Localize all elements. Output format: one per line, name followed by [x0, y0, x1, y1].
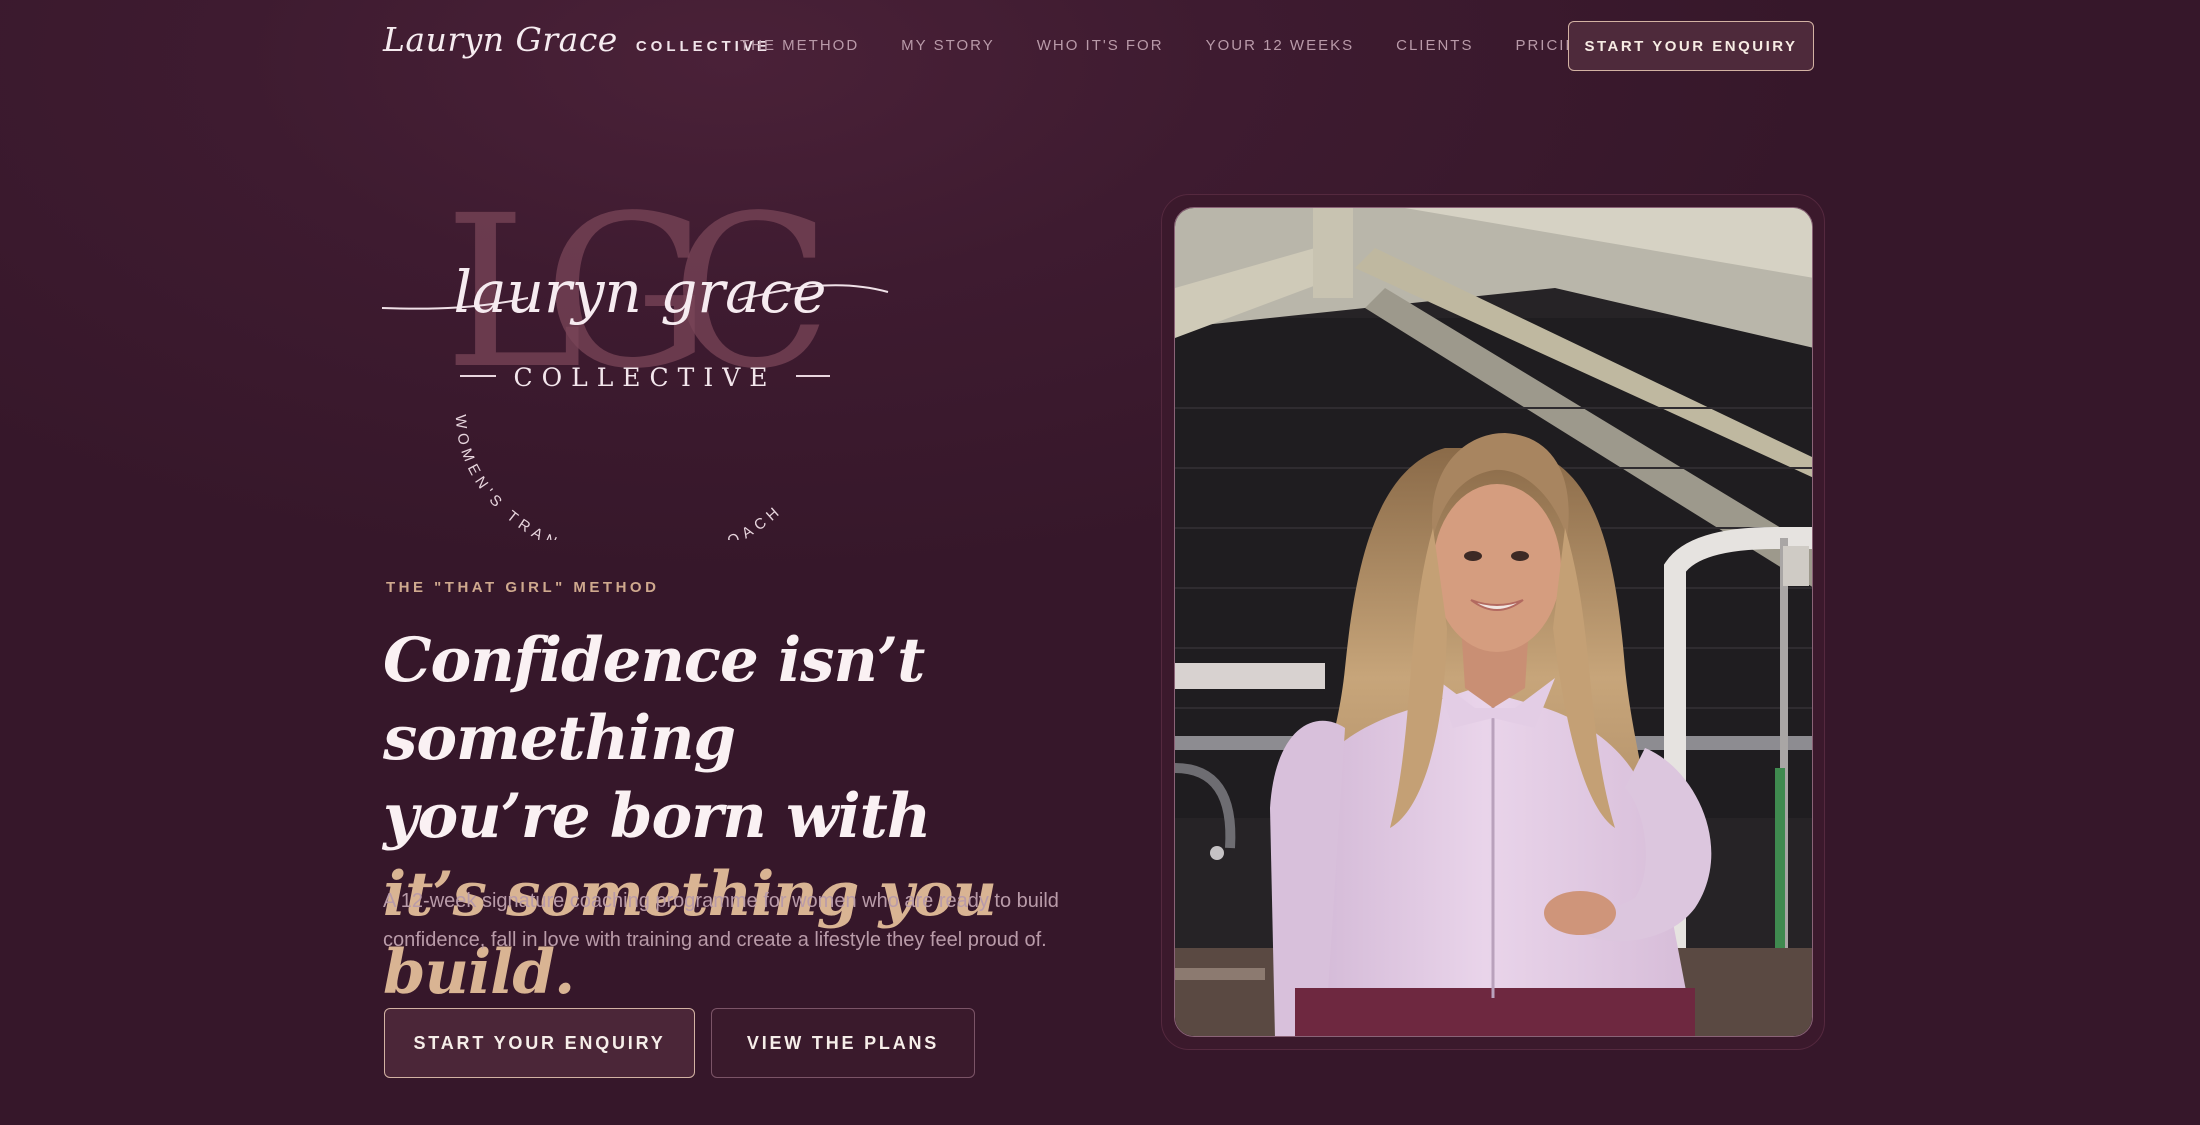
hero-eyebrow: THE "THAT GIRL" METHOD — [386, 579, 660, 596]
top-navigation: Lauryn Grace COLLECTIVE THE METHOD MY ST… — [0, 0, 2200, 92]
nav-link-clients[interactable]: CLIENTS — [1396, 37, 1473, 54]
nav-link-who-its-for[interactable]: WHO IT'S FOR — [1037, 37, 1164, 54]
nav-link-your-12-weeks[interactable]: YOUR 12 WEEKS — [1206, 37, 1355, 54]
nav-enquiry-button[interactable]: START YOUR ENQUIRY — [1568, 21, 1814, 71]
emblem-arc-textpath: WOMEN'S TRANSFORMATION COACH — [452, 414, 781, 540]
emblem-graphic: LGC lauryn grace COLLECTIVE WOMEN'S TRAN… — [381, 170, 889, 540]
portrait-illustration — [1175, 208, 1812, 1036]
emblem-arc-text: WOMEN'S TRANSFORMATION COACH — [452, 414, 787, 540]
nav-links: THE METHOD MY STORY WHO IT'S FOR YOUR 12… — [740, 37, 1634, 54]
headline-line-2: you’re born with — [383, 781, 931, 852]
emblem-collective: COLLECTIVE — [513, 363, 776, 392]
hero-subcopy: A 12-week signature coaching programme f… — [383, 890, 1059, 951]
nav-link-the-method[interactable]: THE METHOD — [740, 37, 859, 54]
brand-script-name: Lauryn Grace — [383, 20, 618, 59]
brand-logo[interactable]: Lauryn Grace COLLECTIVE — [383, 20, 771, 59]
emblem-script-name: lauryn grace — [453, 258, 826, 326]
headline-line-1: Confidence isn’t something — [383, 625, 925, 774]
view-plans-button[interactable]: VIEW THE PLANS — [711, 1008, 975, 1078]
brand-emblem: LGC lauryn grace COLLECTIVE WOMEN'S TRAN… — [378, 170, 898, 540]
nav-link-my-story[interactable]: MY STORY — [901, 37, 995, 54]
start-enquiry-button[interactable]: START YOUR ENQUIRY — [384, 1008, 695, 1078]
coach-portrait-photo — [1174, 207, 1813, 1037]
